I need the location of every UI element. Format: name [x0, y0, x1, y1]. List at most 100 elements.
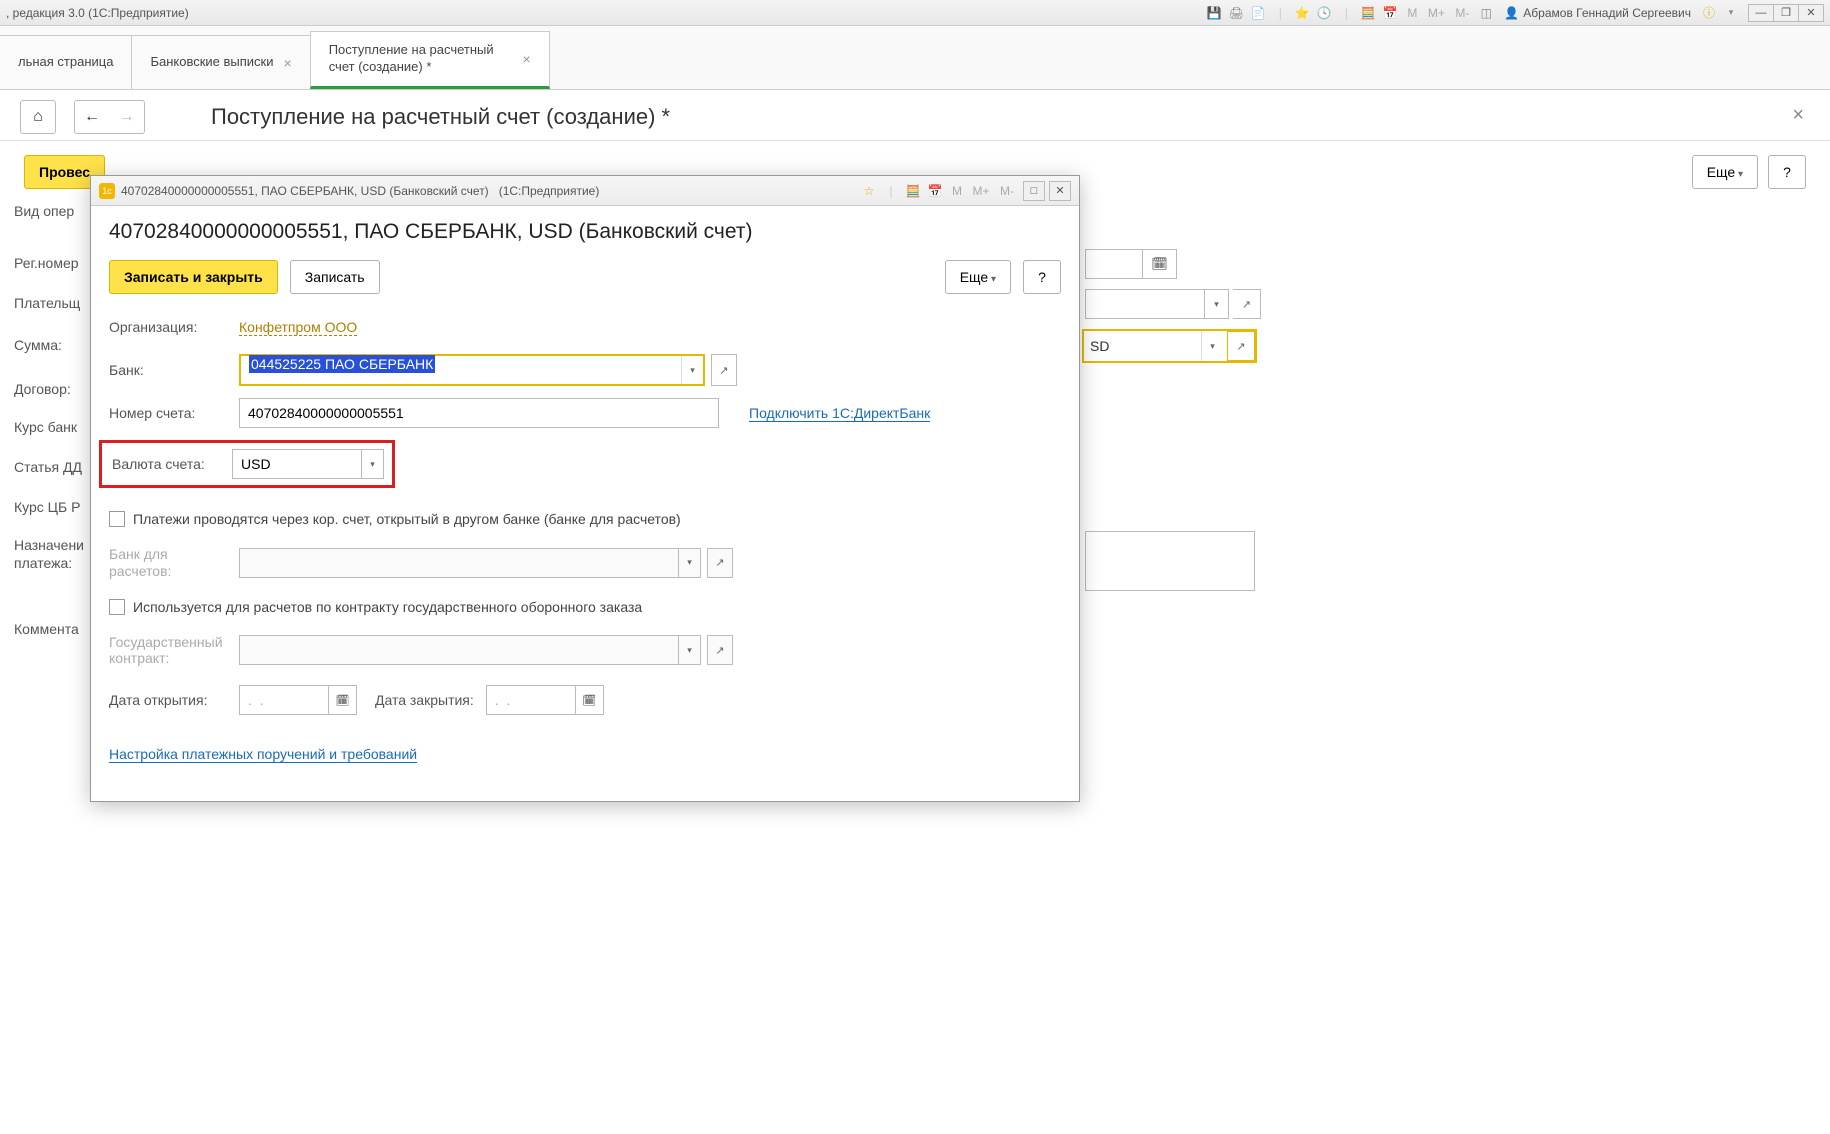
bg-account-field[interactable]: SD ▾ ↗ — [1082, 329, 1257, 363]
save-icon[interactable]: 💾 — [1204, 4, 1224, 22]
print-icon[interactable]: 🖨 — [1226, 4, 1246, 22]
bank-open-button[interactable]: ↗ — [711, 354, 737, 386]
forward-button[interactable]: → — [109, 100, 145, 134]
page-close-icon[interactable]: × — [1784, 100, 1812, 131]
main-more-help: Еще ? — [1692, 155, 1806, 189]
label-close-date: Дата закрытия: — [375, 692, 474, 708]
m-minus-button[interactable]: M- — [995, 182, 1019, 200]
window-controls: — ❐ ✕ — [1749, 4, 1824, 22]
corr-account-checkbox[interactable] — [109, 511, 125, 527]
save-button[interactable]: Записать — [290, 260, 380, 294]
value-organization[interactable]: Конфетпром ООО — [239, 319, 357, 336]
favorite-icon[interactable]: ☆ — [859, 182, 879, 200]
payment-settings-link[interactable]: Настройка платежных поручений и требован… — [109, 746, 417, 763]
row-organization: Организация: Конфетпром ООО — [109, 312, 1061, 342]
info-icon[interactable]: ⓘ — [1699, 4, 1719, 22]
bg-purpose-textarea[interactable] — [1085, 531, 1255, 591]
divider-icon: | — [881, 182, 901, 200]
m-minus-button[interactable]: M- — [1450, 4, 1474, 22]
tab-label: Банковские выписки — [150, 54, 273, 71]
row-gov-checkbox: Используется для расчетов по контракту г… — [109, 592, 1061, 622]
app-icon: 1c — [99, 183, 115, 199]
label-gov-contract: Государственный контракт: — [109, 634, 239, 668]
dialog-body: 40702840000000005551, ПАО СБЕРБАНК, USD … — [91, 206, 1079, 801]
panels-icon[interactable]: ◫ — [1476, 4, 1496, 22]
account-number-input[interactable] — [239, 398, 719, 428]
more-button[interactable]: Еще — [945, 260, 1011, 294]
calculator-icon[interactable]: 🧮 — [1358, 4, 1378, 22]
bank-dropdown-button[interactable]: ▾ — [681, 356, 703, 384]
corr-account-label: Платежи проводятся через кор. счет, откр… — [133, 511, 681, 527]
currency-dropdown-button[interactable]: ▾ — [362, 449, 384, 479]
dropdown-icon[interactable]: ▾ — [1721, 4, 1741, 22]
back-button[interactable]: ← — [74, 100, 110, 134]
dialog-close-button[interactable]: ✕ — [1049, 181, 1071, 201]
m-button[interactable]: M — [947, 182, 967, 200]
close-date-calendar-button[interactable]: 🗓 — [576, 685, 604, 715]
label-contract: Договор: — [14, 381, 71, 397]
m-button[interactable]: M — [1402, 4, 1422, 22]
calculator-icon[interactable]: 🧮 — [903, 182, 923, 200]
label-bank: Банк: — [109, 362, 239, 378]
row-settings-link: Настройка платежных поручений и требован… — [109, 739, 1061, 769]
user-info[interactable]: 👤 Абрамов Геннадий Сергеевич — [1498, 6, 1697, 20]
dropdown-button[interactable]: ▾ — [1205, 289, 1229, 319]
label-organization: Организация: — [109, 319, 239, 335]
dialog-maximize-button[interactable]: □ — [1023, 181, 1045, 201]
close-button[interactable]: ✕ — [1798, 4, 1824, 22]
page-header: ⌂ ← → Поступление на расчетный счет (соз… — [0, 90, 1830, 141]
calendar-icon[interactable]: 📅 — [1380, 4, 1400, 22]
tab-bank-statements[interactable]: Банковские выписки × — [131, 35, 310, 89]
bg-payer-input[interactable] — [1085, 289, 1205, 319]
gov-contract-input — [239, 635, 679, 665]
user-icon: 👤 — [1504, 6, 1519, 20]
gov-contract-dropdown: ▾ — [679, 635, 701, 665]
help-button[interactable]: ? — [1023, 260, 1061, 294]
dialog-titlebar: 1c 40702840000000005551, ПАО СБЕРБАНК, U… — [91, 176, 1079, 206]
tab-close-icon[interactable]: × — [523, 51, 531, 67]
label-purpose-2: платежа: — [14, 555, 72, 571]
m-plus-button[interactable]: M+ — [1424, 4, 1448, 22]
row-account-number: Номер счета: Подключить 1С:ДиректБанк — [109, 398, 1061, 428]
more-button[interactable]: Еще — [1692, 155, 1758, 189]
tab-label: Поступление на расчетный счет (создание)… — [329, 42, 513, 76]
row-dates: Дата открытия: 🗓 Дата закрытия: 🗓 — [109, 685, 1061, 715]
open-date-calendar-button[interactable]: 🗓 — [329, 685, 357, 715]
divider-icon: | — [1336, 4, 1356, 22]
calendar-button[interactable]: 🗓 — [1143, 249, 1177, 279]
open-button[interactable]: ↗ — [1227, 331, 1255, 361]
label-payer: Плательщ — [14, 295, 80, 311]
help-button[interactable]: ? — [1768, 155, 1806, 189]
label-dd-article: Статья ДД — [14, 459, 82, 475]
settlement-bank-input — [239, 548, 679, 578]
label-cb-rate: Курс ЦБ Р — [14, 499, 80, 515]
m-plus-button[interactable]: M+ — [969, 182, 993, 200]
tab-start-page[interactable]: льная страница — [0, 35, 132, 89]
minimize-button[interactable]: — — [1748, 4, 1774, 22]
close-date-input[interactable] — [486, 685, 576, 715]
dropdown-button[interactable]: ▾ — [1201, 331, 1223, 361]
favorite-icon[interactable]: ⭐ — [1292, 4, 1312, 22]
tab-strip: льная страница Банковские выписки × Пост… — [0, 26, 1830, 90]
save-close-button[interactable]: Записать и закрыть — [109, 260, 278, 294]
gov-contract-checkbox[interactable] — [109, 599, 125, 615]
currency-highlight-box: Валюта счета: ▾ — [99, 440, 395, 488]
divider-icon: | — [1270, 4, 1290, 22]
history-icon[interactable]: 🕓 — [1314, 4, 1334, 22]
open-date-input[interactable] — [239, 685, 329, 715]
bank-account-dialog: 1c 40702840000000005551, ПАО СБЕРБАНК, U… — [90, 175, 1080, 802]
maximize-button[interactable]: ❐ — [1773, 4, 1799, 22]
open-button[interactable]: ↗ — [1233, 289, 1261, 319]
directbank-link[interactable]: Подключить 1С:ДиректБанк — [749, 405, 930, 422]
row-gov-contract: Государственный контракт: ▾ ↗ — [109, 634, 1061, 668]
calendar-icon[interactable]: 📅 — [925, 182, 945, 200]
bank-input[interactable]: 044525225 ПАО СБЕРБАНК — [241, 356, 681, 384]
doc-icon[interactable]: 📄 — [1248, 4, 1268, 22]
home-button[interactable]: ⌂ — [20, 100, 56, 134]
currency-input[interactable] — [232, 449, 362, 479]
label-amount: Сумма: — [14, 337, 62, 353]
gov-contract-open: ↗ — [707, 635, 733, 665]
bg-date-input[interactable] — [1085, 249, 1143, 279]
tab-close-icon[interactable]: × — [284, 55, 292, 71]
tab-incoming-payment[interactable]: Поступление на расчетный счет (создание)… — [310, 31, 550, 89]
